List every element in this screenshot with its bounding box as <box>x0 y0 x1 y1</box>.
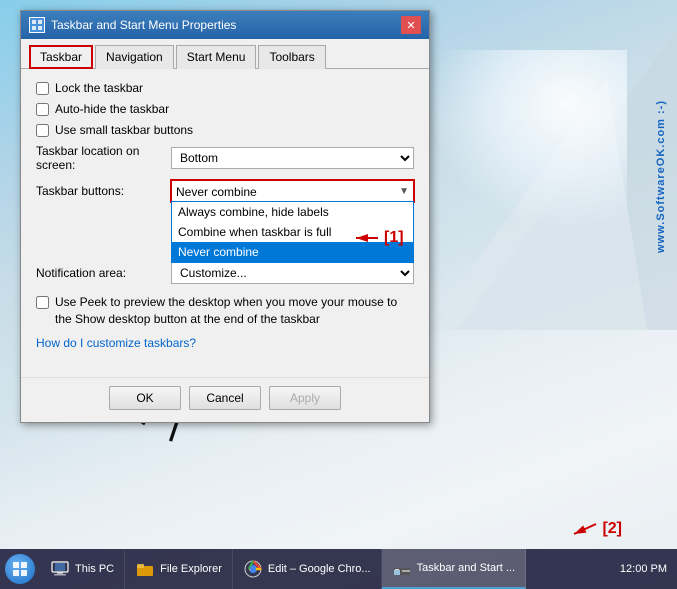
buttons-selected-text: Never combine <box>176 185 257 199</box>
watermark-text: www.SoftwareOK.com :-) <box>655 100 667 253</box>
taskbar-item-this-pc[interactable]: This PC <box>40 549 125 589</box>
annotation-1-label: [1] <box>384 229 404 247</box>
buttons-dropdown-container: Never combine ▼ Always combine, hide lab… <box>171 180 414 202</box>
tab-navigation[interactable]: Navigation <box>95 45 174 69</box>
autohide-taskbar-label: Auto-hide the taskbar <box>55 102 169 116</box>
dialog-icon <box>29 17 45 33</box>
dropdown-arrow-icon: ▼ <box>399 186 409 197</box>
autohide-taskbar-row: Auto-hide the taskbar <box>36 102 414 116</box>
taskbar-item-file-explorer[interactable]: File Explorer <box>125 549 233 589</box>
start-button[interactable] <box>0 549 40 589</box>
dialog-title: Taskbar and Start Menu Properties <box>51 18 236 32</box>
buttons-dropdown-selected[interactable]: Never combine ▼ <box>171 180 414 202</box>
cancel-button[interactable]: Cancel <box>189 386 261 410</box>
location-label: Taskbar location on screen: <box>36 144 171 172</box>
start-orb-icon <box>5 554 35 584</box>
dropdown-option-always[interactable]: Always combine, hide labels <box>172 202 413 222</box>
annotation-2: [2] <box>568 519 622 539</box>
this-pc-icon <box>50 559 70 579</box>
annotation-1: [1] <box>350 228 404 248</box>
taskbar-item-taskbar-props[interactable]: Taskbar and Start ... <box>382 549 526 589</box>
dialog-title-area: Taskbar and Start Menu Properties <box>29 17 236 33</box>
lock-taskbar-label: Lock the taskbar <box>55 81 143 95</box>
chrome-icon <box>243 559 263 579</box>
taskbar-time: 12:00 PM <box>620 563 667 575</box>
mountain-snow <box>427 50 627 230</box>
small-buttons-checkbox[interactable] <box>36 124 49 137</box>
notification-select[interactable]: Customize... <box>171 262 414 284</box>
taskbar: This PC File Explorer Edit – Google Chro… <box>0 549 677 589</box>
dialog-window: Taskbar and Start Menu Properties ✕ Task… <box>20 10 430 423</box>
file-explorer-label: File Explorer <box>160 563 222 575</box>
dialog-content: Lock the taskbar Auto-hide the taskbar U… <box>21 69 429 377</box>
peek-label: Use Peek to preview the desktop when you… <box>55 294 414 328</box>
taskbar-right-area: 12:00 PM <box>620 563 677 575</box>
apply-button[interactable]: Apply <box>269 386 341 410</box>
location-select[interactable]: Bottom <box>171 147 414 169</box>
help-link[interactable]: How do I customize taskbars? <box>36 336 414 350</box>
location-row: Taskbar location on screen: Bottom <box>36 144 414 172</box>
taskbar-props-icon <box>392 558 412 578</box>
close-button[interactable]: ✕ <box>401 16 421 34</box>
tabs-bar: Taskbar Navigation Start Menu Toolbars <box>21 39 429 69</box>
tab-toolbars[interactable]: Toolbars <box>258 45 325 69</box>
taskbar-item-chrome[interactable]: Edit – Google Chro... <box>233 549 382 589</box>
peek-checkbox[interactable] <box>36 296 49 309</box>
lock-taskbar-checkbox[interactable] <box>36 82 49 95</box>
peek-row: Use Peek to preview the desktop when you… <box>36 294 414 328</box>
buttons-label: Taskbar buttons: <box>36 184 171 198</box>
tab-taskbar[interactable]: Taskbar <box>29 45 93 69</box>
annotation-2-label: [2] <box>602 520 622 538</box>
autohide-taskbar-checkbox[interactable] <box>36 103 49 116</box>
lock-taskbar-row: Lock the taskbar <box>36 81 414 95</box>
small-buttons-row: Use small taskbar buttons <box>36 123 414 137</box>
notification-row: Notification area: Customize... <box>36 262 414 284</box>
buttons-row: Taskbar buttons: Never combine ▼ Always … <box>36 180 414 202</box>
this-pc-label: This PC <box>75 563 114 575</box>
notification-label: Notification area: <box>36 266 171 280</box>
chrome-label: Edit – Google Chro... <box>268 563 371 575</box>
peek-section: Use Peek to preview the desktop when you… <box>36 294 414 328</box>
small-buttons-label: Use small taskbar buttons <box>55 123 193 137</box>
tab-start-menu[interactable]: Start Menu <box>176 45 257 69</box>
dialog-buttons-bar: OK Cancel Apply <box>21 377 429 422</box>
taskbar-props-label: Taskbar and Start ... <box>417 562 515 574</box>
dialog-titlebar: Taskbar and Start Menu Properties ✕ <box>21 11 429 39</box>
ok-button[interactable]: OK <box>109 386 181 410</box>
file-explorer-icon <box>135 559 155 579</box>
